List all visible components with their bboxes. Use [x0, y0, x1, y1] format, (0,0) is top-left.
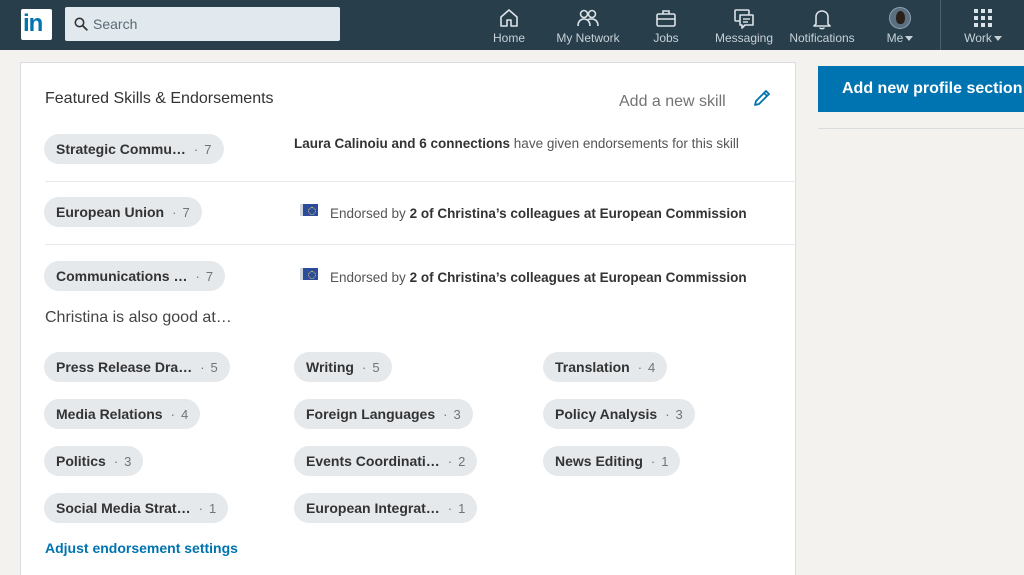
briefcase-icon — [656, 10, 676, 27]
skill-pill[interactable]: Press Release Dra… 5 — [44, 352, 230, 382]
featured-skill-pill[interactable]: Communications … 7 — [44, 261, 226, 291]
adjust-endorsement-settings-link[interactable]: Adjust endorsement settings — [45, 540, 238, 556]
endorsement-count: 4 — [171, 407, 188, 422]
skill-pill[interactable]: Policy Analysis 3 — [543, 399, 695, 429]
rail-divider — [818, 128, 1024, 129]
skill-pill[interactable]: News Editing 1 — [543, 446, 681, 476]
avatar — [889, 7, 911, 29]
endorsement-summary[interactable]: Laura Calinoiu and 6 connections have gi… — [294, 136, 739, 151]
endorsement-count: 4 — [638, 360, 655, 375]
home-icon — [500, 9, 518, 27]
skill-name: Policy Analysis — [555, 406, 658, 422]
nav-messaging[interactable]: Messaging — [712, 0, 776, 50]
endorsement-count: 1 — [651, 454, 668, 469]
skills-card: Featured Skills & Endorsements Add a new… — [20, 62, 797, 575]
search-input[interactable]: Search — [65, 7, 340, 41]
skill-name: News Editing — [555, 453, 643, 469]
skill-pill[interactable]: Translation 4 — [543, 352, 668, 382]
nav-my-network-label: My Network — [556, 31, 620, 45]
skill-name: Social Media Strat… — [56, 500, 191, 516]
endorsement-count: 7 — [194, 142, 211, 157]
skill-name: Events Coordinati… — [306, 453, 440, 469]
eu-flag-icon — [300, 268, 318, 280]
row-divider — [45, 244, 797, 245]
nav-home[interactable]: Home — [485, 0, 533, 50]
endorsement-summary[interactable]: Endorsed by 2 of Christina’s colleagues … — [330, 206, 747, 221]
nav-home-label: Home — [492, 31, 525, 45]
nav-notifications-label: Notifications — [789, 31, 855, 45]
skill-pill[interactable]: Politics 3 — [44, 446, 144, 476]
skill-name: Foreign Languages — [306, 406, 436, 422]
skill-name: Strategic Commu… — [56, 141, 186, 157]
skill-pill[interactable]: Events Coordinati… 2 — [294, 446, 478, 476]
endorsement-count: 1 — [448, 501, 465, 516]
skill-pill[interactable]: Social Media Strat… 1 — [44, 493, 229, 523]
featured-skill-pill[interactable]: European Union 7 — [44, 197, 202, 227]
endorsement-summary[interactable]: Endorsed by 2 of Christina’s colleagues … — [330, 270, 747, 285]
endorsement-count: 1 — [199, 501, 216, 516]
endorsement-count: 2 — [448, 454, 465, 469]
featured-skill-pill[interactable]: Strategic Commu… 7 — [44, 134, 224, 164]
nav-me-label: Me — [878, 31, 922, 45]
endorsement-count: 3 — [114, 454, 131, 469]
row-divider — [45, 181, 797, 182]
eu-flag-icon — [300, 204, 318, 216]
skill-name: European Integrat… — [306, 500, 440, 516]
skill-pill[interactable]: Media Relations 4 — [44, 399, 201, 429]
nav-divider — [940, 0, 941, 50]
endorsement-count: 7 — [195, 269, 213, 284]
chevron-down-icon — [905, 36, 914, 42]
skill-pill[interactable]: Foreign Languages 3 — [294, 399, 473, 429]
add-skill-button[interactable]: Add a new skill — [619, 93, 726, 111]
search-placeholder: Search — [93, 16, 138, 32]
endorsement-count: 3 — [443, 407, 460, 422]
nav-jobs[interactable]: Jobs — [642, 0, 690, 50]
chevron-down-icon — [993, 36, 1002, 42]
nav-work-label: Work — [958, 31, 1008, 45]
skill-name: Communications … — [56, 268, 188, 284]
endorsement-count: 7 — [172, 205, 189, 220]
nav-me[interactable]: Me — [878, 0, 922, 50]
skill-name: Writing — [306, 359, 354, 375]
skill-name: Media Relations — [56, 406, 163, 422]
pencil-icon[interactable] — [751, 87, 773, 109]
nav-work[interactable]: Work — [958, 0, 1008, 50]
grid-icon — [974, 9, 992, 27]
bell-icon — [813, 10, 831, 30]
nav-messaging-label: Messaging — [714, 31, 774, 45]
endorsement-count: 5 — [200, 360, 218, 375]
skill-name: Translation — [555, 359, 630, 375]
top-nav: in Search Home My Network Jobs Messaging… — [0, 0, 1024, 50]
endorsement-count: 5 — [362, 360, 379, 375]
network-icon — [577, 9, 599, 27]
endorsement-count: 3 — [665, 407, 683, 422]
skill-pill[interactable]: Writing 5 — [294, 352, 392, 382]
skill-pill[interactable]: European Integrat… 1 — [294, 493, 478, 523]
nav-my-network[interactable]: My Network — [552, 0, 624, 50]
add-profile-section-button[interactable]: Add new profile section — [818, 66, 1024, 112]
messaging-icon — [734, 9, 754, 29]
skill-name: Press Release Dra… — [56, 359, 193, 375]
also-good-at-heading: Christina is also good at… — [45, 309, 232, 326]
nav-jobs-label: Jobs — [653, 31, 679, 45]
skill-name: Politics — [56, 453, 106, 469]
card-title: Featured Skills & Endorsements — [45, 90, 274, 107]
nav-notifications[interactable]: Notifications — [786, 0, 858, 50]
skill-name: European Union — [56, 204, 165, 220]
linkedin-logo[interactable]: in — [21, 9, 52, 40]
search-icon — [74, 17, 88, 31]
